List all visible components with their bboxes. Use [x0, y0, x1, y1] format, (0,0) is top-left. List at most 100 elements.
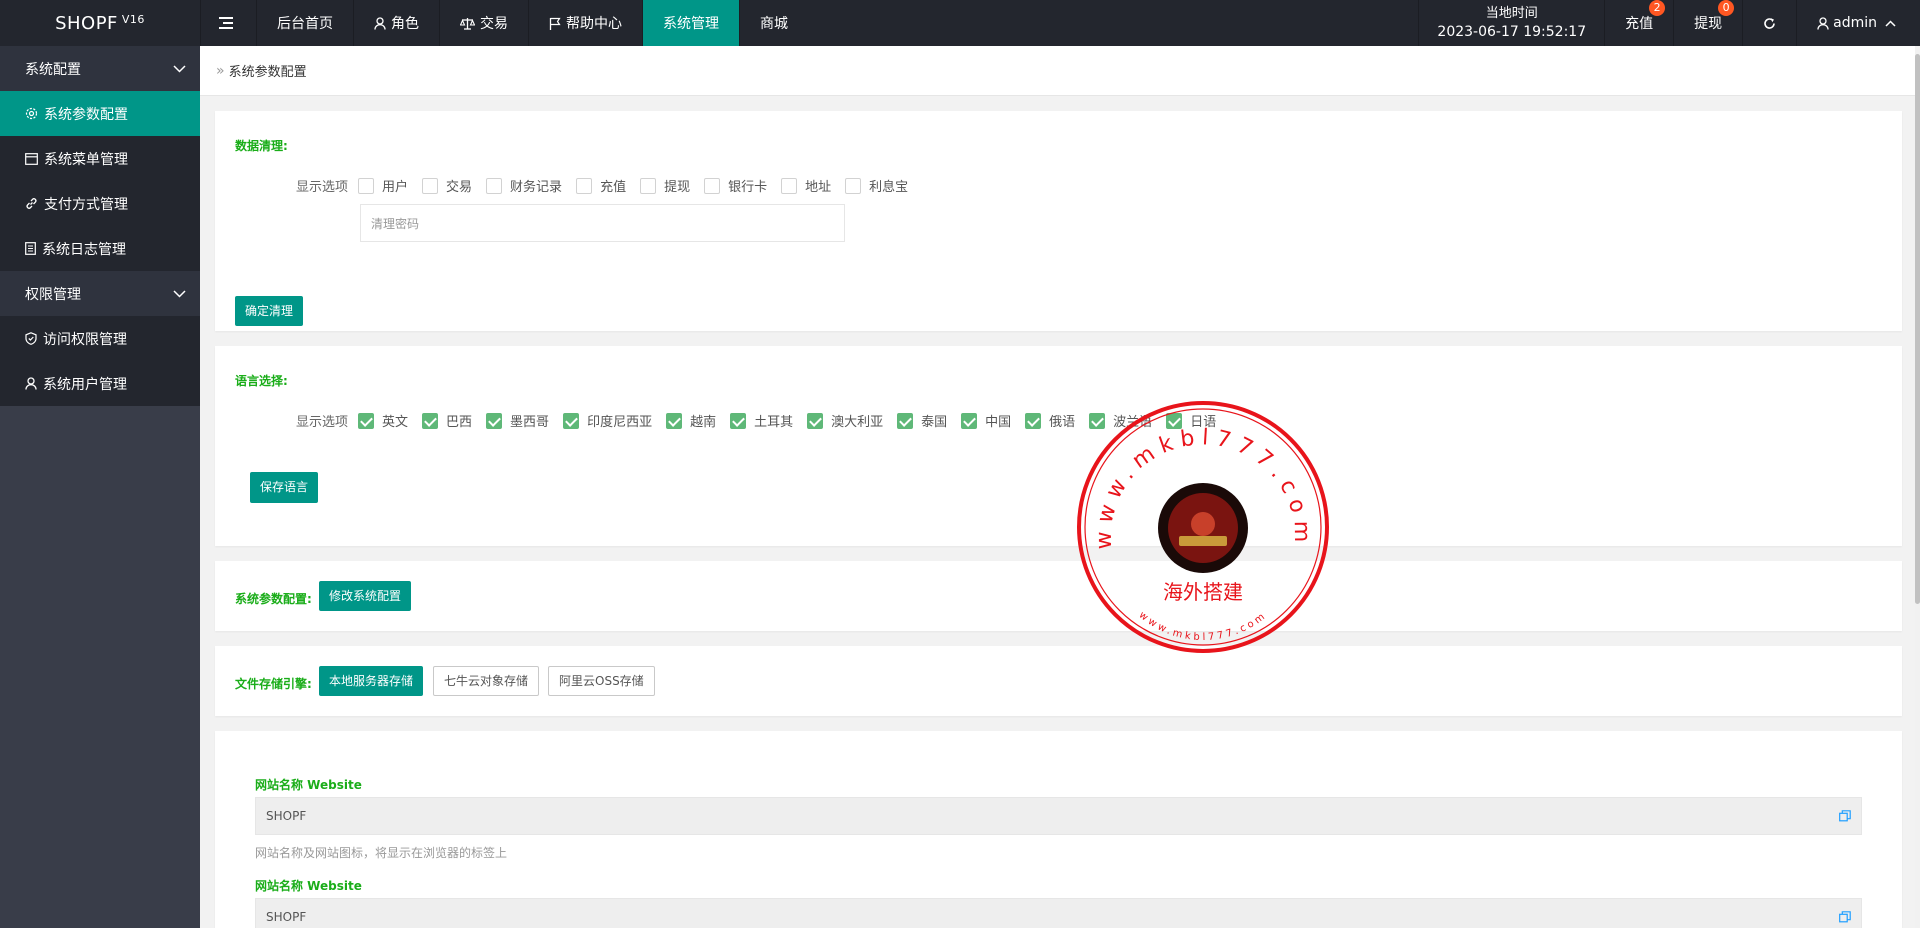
language-option[interactable]: 澳大利亚: [807, 411, 883, 430]
language-options-row: 显示选项 英文 巴西 墨西哥 印度尼西亚 越南 土耳其 澳大利亚 泰国 中国 俄语 波兰语 日语: [296, 411, 1230, 430]
clear-option[interactable]: 提现: [640, 176, 690, 195]
checkbox[interactable]: [781, 177, 798, 194]
log-icon: [25, 242, 36, 255]
language-option[interactable]: 土耳其: [730, 411, 793, 430]
sidebar-item-params[interactable]: 系统参数配置: [0, 91, 200, 136]
section-title-language: 语言选择:: [235, 374, 288, 388]
page-scrollbar[interactable]: [1915, 46, 1920, 928]
link-icon: [26, 198, 37, 209]
refresh-button[interactable]: [1742, 0, 1796, 46]
checkbox[interactable]: [358, 177, 375, 194]
menu-toggle-icon: [219, 17, 233, 29]
sidebar-item-logs[interactable]: 系统日志管理: [0, 226, 200, 271]
card-storage: 文件存储引擎: 本地服务器存储 七牛云对象存储 阿里云OSS存储: [215, 646, 1902, 716]
sidebar-item-access[interactable]: 访问权限管理: [0, 316, 200, 361]
clear-option[interactable]: 利息宝: [845, 176, 908, 195]
checkbox-checked[interactable]: [422, 412, 439, 429]
site-name-help: 网站名称及网站图标，将显示在浏览器的标签上: [255, 846, 508, 860]
language-option[interactable]: 波兰语: [1089, 411, 1152, 430]
checkbox-checked[interactable]: [358, 412, 375, 429]
clear-option-label: 交易: [446, 180, 473, 195]
checkbox-checked[interactable]: [1025, 412, 1042, 429]
site-name-input[interactable]: SHOPF: [255, 797, 1862, 835]
clear-option[interactable]: 充值: [576, 176, 626, 195]
storage-qiniu-button[interactable]: 七牛云对象存储: [433, 666, 540, 696]
nav-trade[interactable]: 交易: [439, 0, 528, 46]
clear-option-label: 提现: [664, 180, 691, 195]
language-option[interactable]: 印度尼西亚: [563, 411, 652, 430]
clear-option-label: 地址: [805, 180, 832, 195]
language-option[interactable]: 日语: [1166, 411, 1216, 430]
storage-aliyun-button[interactable]: 阿里云OSS存储: [548, 666, 655, 696]
clear-option[interactable]: 银行卡: [704, 176, 767, 195]
nav-dashboard[interactable]: 后台首页: [256, 0, 353, 46]
app-logo[interactable]: SHOPF V16: [0, 0, 200, 46]
checkbox-checked[interactable]: [563, 412, 580, 429]
clear-option-label: 用户: [382, 180, 409, 195]
sidebar-item-label: 系统菜单管理: [44, 151, 128, 168]
confirm-clear-button[interactable]: 确定清理: [235, 296, 304, 326]
checkbox-checked[interactable]: [730, 412, 747, 429]
header-right: 当地时间 2023-06-17 19:52:17 充值 2 提现 0 admin: [1418, 0, 1920, 46]
nav-mall[interactable]: 商城: [739, 0, 808, 46]
language-option-label: 俄语: [1049, 415, 1076, 430]
checkbox[interactable]: [640, 177, 657, 194]
checkbox[interactable]: [704, 177, 721, 194]
recharge-button[interactable]: 充值 2: [1604, 0, 1673, 46]
checkbox-checked[interactable]: [897, 412, 914, 429]
card-site-settings: 网站名称 Website SHOPF 网站名称及网站图标，将显示在浏览器的标签上…: [215, 731, 1902, 928]
clear-option-label: 财务记录: [510, 180, 563, 195]
checkbox[interactable]: [422, 177, 439, 194]
language-option[interactable]: 英文: [358, 411, 408, 430]
sidebar-item-payment[interactable]: 支付方式管理: [0, 181, 200, 226]
checkbox[interactable]: [845, 177, 862, 194]
scrollbar-thumb[interactable]: [1915, 54, 1920, 604]
language-option-label: 印度尼西亚: [587, 415, 653, 430]
clear-option[interactable]: 地址: [781, 176, 831, 195]
withdraw-badge: 0: [1718, 0, 1735, 16]
card-data-clear: 数据清理: 显示选项 用户 交易 财务记录 充值 提现 银行卡 地址 利息宝 清理密码 确定清…: [215, 111, 1902, 331]
edit-system-config-button[interactable]: 修改系统配置: [319, 581, 412, 611]
nav-roles[interactable]: 角色: [353, 0, 439, 46]
language-option[interactable]: 俄语: [1025, 411, 1075, 430]
checkbox[interactable]: [576, 177, 593, 194]
save-language-button[interactable]: 保存语言: [250, 472, 319, 503]
language-option[interactable]: 中国: [961, 411, 1011, 430]
clear-option[interactable]: 交易: [422, 176, 472, 195]
menu-toggle-button[interactable]: [200, 0, 256, 46]
checkbox-checked[interactable]: [1089, 412, 1106, 429]
language-option[interactable]: 巴西: [422, 411, 472, 430]
clear-option[interactable]: 用户: [358, 176, 408, 195]
copy-icon[interactable]: [1839, 810, 1851, 822]
copy-icon[interactable]: [1839, 911, 1851, 923]
nav-help-label: 帮助中心: [566, 16, 622, 32]
language-option[interactable]: 越南: [666, 411, 716, 430]
gear-icon: [25, 107, 38, 120]
storage-local-button[interactable]: 本地服务器存储: [319, 666, 424, 696]
sidebar-item-users[interactable]: 系统用户管理: [0, 361, 200, 406]
checkbox-checked[interactable]: [666, 412, 683, 429]
clear-password-input[interactable]: 清理密码: [360, 204, 845, 242]
clear-option[interactable]: 财务记录: [486, 176, 562, 195]
checkbox-checked[interactable]: [1166, 412, 1183, 429]
sidebar-group-system-config[interactable]: 系统配置: [0, 46, 200, 91]
checkbox[interactable]: [486, 177, 503, 194]
language-option[interactable]: 泰国: [897, 411, 947, 430]
site-name-input-2[interactable]: SHOPF: [255, 898, 1862, 928]
user-menu[interactable]: admin: [1796, 0, 1920, 46]
sidebar-group-permissions[interactable]: 权限管理: [0, 271, 200, 316]
nav-mall-label: 商城: [760, 16, 788, 32]
sidebar-item-label: 支付方式管理: [44, 196, 128, 213]
nav-help[interactable]: 帮助中心: [528, 0, 642, 46]
checkbox-checked[interactable]: [486, 412, 503, 429]
nav-dashboard-label: 后台首页: [277, 16, 333, 32]
checkbox-checked[interactable]: [807, 412, 824, 429]
sidebar-item-menus[interactable]: 系统菜单管理: [0, 136, 200, 181]
language-option-label: 土耳其: [754, 415, 794, 430]
shield-icon: [25, 332, 37, 345]
checkbox-checked[interactable]: [961, 412, 978, 429]
nav-system[interactable]: 系统管理: [642, 0, 739, 46]
language-option[interactable]: 墨西哥: [486, 411, 549, 430]
card-sys-params: 系统参数配置: 修改系统配置: [215, 561, 1902, 631]
withdraw-button[interactable]: 提现 0: [1673, 0, 1742, 46]
